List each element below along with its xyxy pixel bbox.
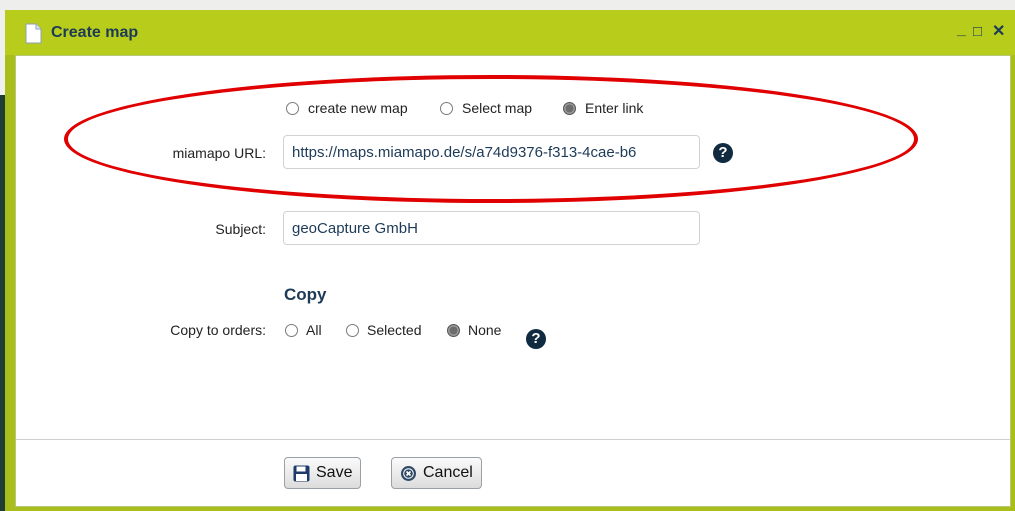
background-strip [0, 0, 1015, 10]
document-icon [25, 23, 42, 44]
radio-label-select-map[interactable]: Select map [462, 100, 532, 116]
help-icon-url[interactable]: ? [713, 143, 733, 163]
dialog-title: Create map [51, 24, 139, 41]
dialog-titlebar[interactable]: Create map _ □ ✕ [5, 10, 1015, 55]
radio-copy-all[interactable] [285, 324, 298, 337]
miamapo-url-input[interactable] [283, 135, 700, 169]
radio-label-copy-none[interactable]: None [468, 322, 501, 338]
radio-create-new-map[interactable] [286, 102, 299, 115]
cancel-circle-icon [401, 465, 416, 481]
subject-input[interactable] [283, 211, 700, 245]
copy-section-heading: Copy [284, 285, 327, 304]
maximize-icon[interactable]: □ [973, 23, 982, 41]
minimize-icon[interactable]: _ [957, 21, 966, 39]
dialog-body: create new map Select map Enter link mia… [15, 55, 1011, 507]
cancel-button[interactable]: Cancel [391, 457, 482, 489]
radio-copy-selected[interactable] [346, 324, 359, 337]
close-icon[interactable]: ✕ [992, 23, 1005, 41]
miamapo-url-label: miamapo URL: [172, 145, 266, 161]
radio-enter-link[interactable] [563, 102, 576, 115]
floppy-disk-icon [293, 465, 310, 481]
save-button-label: Save [316, 464, 353, 481]
cancel-button-label: Cancel [423, 464, 473, 481]
save-button[interactable]: Save [284, 457, 362, 489]
create-map-dialog: Create map _ □ ✕ create new map Select m… [5, 10, 1015, 511]
copy-to-orders-label: Copy to orders: [170, 322, 266, 338]
footer-divider [16, 439, 1010, 440]
radio-label-enter-link[interactable]: Enter link [585, 100, 643, 116]
radio-label-copy-all[interactable]: All [306, 322, 322, 338]
help-icon-copy[interactable]: ? [526, 329, 546, 349]
radio-label-create-new-map[interactable]: create new map [308, 100, 408, 116]
radio-select-map[interactable] [440, 102, 453, 115]
subject-label: Subject: [215, 221, 266, 237]
radio-copy-none[interactable] [447, 324, 460, 337]
radio-label-copy-selected[interactable]: Selected [367, 322, 421, 338]
